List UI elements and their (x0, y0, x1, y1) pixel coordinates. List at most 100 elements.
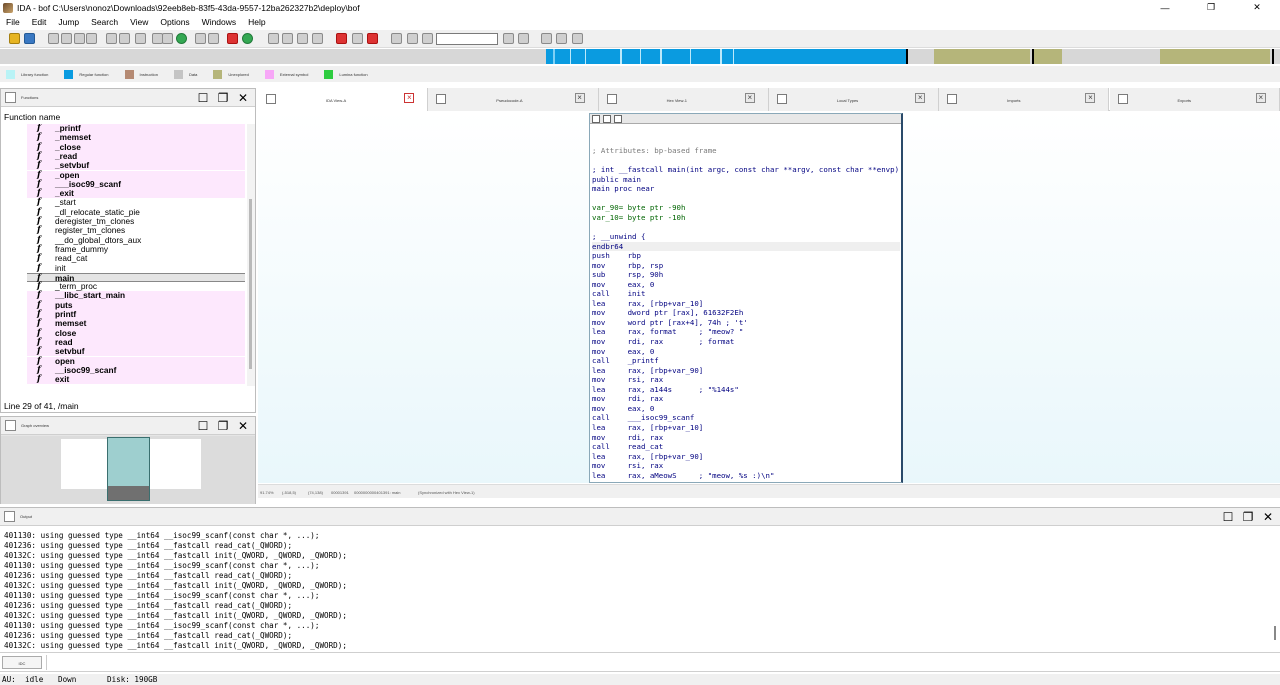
ida-view-graph[interactable]: ; Attributes: bp-based frame ; int __fast… (258, 111, 1280, 483)
asm-line[interactable]: mov rdi, rax (592, 394, 663, 404)
tab-exports[interactable]: Exports × (1109, 88, 1280, 111)
minimize-button[interactable]: — (1142, 0, 1188, 15)
asm-line[interactable]: lea rax, aMeowS ; "meow, %s :)\n" (592, 471, 774, 481)
asm-line[interactable]: mov rsi, rax (592, 461, 663, 471)
string-icon[interactable] (135, 33, 146, 44)
asm-line[interactable]: call _printf (592, 356, 659, 366)
asm-line[interactable]: call ___isoc99_scanf (592, 413, 694, 423)
overview-viewport[interactable] (107, 437, 150, 501)
graph-icon[interactable] (227, 33, 238, 44)
asm-line[interactable]: mov rbp, rsp (592, 261, 663, 271)
idc-language-button[interactable]: IDC (2, 656, 42, 669)
asm-line[interactable]: push rbp (592, 251, 641, 261)
asm-line[interactable]: lea rax, a144s ; "%144s" (592, 385, 739, 395)
menu-file[interactable]: File (0, 17, 26, 27)
function-row[interactable]: f init (27, 263, 245, 273)
asm-line[interactable]: call read_cat (592, 442, 663, 452)
step-icon[interactable] (518, 33, 529, 44)
menu-view[interactable]: View (124, 17, 154, 27)
dropdown-icon[interactable] (208, 33, 219, 44)
nav-menu-icon[interactable] (86, 33, 97, 44)
panel-maximize-button[interactable]: ☐ (193, 90, 213, 106)
asm-line[interactable]: lea rax, [rbp+var_10] (592, 423, 703, 433)
main-function-node[interactable]: ; Attributes: bp-based frame ; int __fast… (589, 113, 903, 483)
asm-line[interactable]: mov rdi, rax (592, 433, 663, 443)
open-file-icon[interactable] (9, 33, 20, 44)
debugger-select[interactable] (436, 33, 498, 45)
tab-close-icon[interactable]: × (1085, 93, 1096, 103)
save-icon[interactable] (24, 33, 35, 44)
menu-edit[interactable]: Edit (26, 17, 53, 27)
back-icon[interactable] (48, 33, 59, 44)
asm-line[interactable]: lea rax, format ; "meow? " (592, 327, 743, 337)
pause-icon[interactable] (407, 33, 418, 44)
tab-pseudocode-a[interactable]: Pseudocode-A × (428, 88, 599, 111)
asm-line[interactable]: ; int __fastcall main(int argc, const ch… (592, 165, 899, 175)
node-group-icon[interactable] (603, 115, 611, 123)
tab-close-icon[interactable]: × (574, 93, 585, 103)
asm-line[interactable]: lea rax, [rbp+var_10] (592, 299, 703, 309)
overview-close-button[interactable]: ✕ (233, 418, 253, 434)
functions-scrollbar[interactable] (247, 124, 255, 386)
code-icon[interactable] (106, 33, 117, 44)
asm-line[interactable]: var_90= byte ptr -90h (592, 203, 685, 213)
output-text[interactable]: 401130: using guessed type __int64 __iso… (0, 524, 1270, 651)
stop-marker-icon[interactable] (367, 33, 378, 44)
function-row[interactable]: f exit (27, 374, 245, 385)
tab-imports[interactable]: Imports × (939, 88, 1110, 111)
asm-line[interactable]: mov rdi, rax ; format (592, 337, 734, 347)
close-window-button[interactable]: ✕ (1234, 0, 1280, 15)
asm-line[interactable]: endbr64 (592, 241, 900, 252)
asm-line[interactable]: mov rsi, rax (592, 375, 663, 385)
asm-line[interactable]: lea rax, [rbp+var_90] (592, 452, 703, 462)
text-view-icon[interactable] (195, 33, 206, 44)
forward-icon[interactable] (61, 33, 72, 44)
overview-maximize-button[interactable]: ☐ (193, 418, 213, 434)
asm-line[interactable]: sub rsp, 90h (592, 270, 663, 280)
stack-icon[interactable] (352, 33, 363, 44)
checklist-icon[interactable] (556, 33, 567, 44)
tab-close-icon[interactable]: × (404, 93, 415, 103)
xrefs-icon[interactable] (268, 33, 279, 44)
asm-line[interactable]: mov eax, 0 (592, 280, 654, 290)
jump-icon[interactable] (176, 33, 187, 44)
run-icon[interactable] (242, 33, 253, 44)
menu-jump[interactable]: Jump (52, 17, 85, 27)
asm-line[interactable]: mov eax, 0 (592, 404, 654, 414)
output-close-button[interactable]: ✕ (1258, 509, 1278, 525)
asm-line[interactable]: mov word ptr [rax+4], 74h ; 't' (592, 318, 748, 328)
asm-line[interactable]: ; __unwind { (592, 232, 645, 242)
asm-line[interactable]: lea rax, [rbp+var_90] (592, 366, 703, 376)
data-icon[interactable] (119, 33, 130, 44)
tab-ida-view-a[interactable]: IDA View-A × (258, 88, 429, 111)
menu-options[interactable]: Options (154, 17, 195, 27)
names-icon[interactable] (282, 33, 293, 44)
tab-hex-view-1[interactable]: Hex View-1 × (598, 88, 769, 111)
menu-windows[interactable]: Windows (196, 17, 242, 27)
asm-line[interactable]: ; Attributes: bp-based frame (592, 146, 717, 156)
enum-icon[interactable] (312, 33, 323, 44)
history-icon[interactable] (74, 33, 85, 44)
maximize-button[interactable]: ❐ (1188, 0, 1234, 15)
asm-line[interactable]: main proc near (592, 184, 654, 194)
structures-icon[interactable] (297, 33, 308, 44)
play-icon[interactable] (391, 33, 402, 44)
output-maximize-button[interactable]: ☐ (1218, 509, 1238, 525)
tab-close-icon[interactable]: × (915, 93, 926, 103)
debugger-options-icon[interactable] (503, 33, 514, 44)
node-edit-icon[interactable] (614, 115, 622, 123)
menu-help[interactable]: Help (242, 17, 271, 27)
command-input[interactable] (46, 655, 1276, 670)
asm-line[interactable]: mov dword ptr [rax], 61632F2Eh (592, 308, 743, 318)
panel-close-button[interactable]: ✕ (233, 90, 253, 106)
layout-icon[interactable] (541, 33, 552, 44)
tab-close-icon[interactable]: × (1255, 93, 1266, 103)
output-scrollbar[interactable] (1272, 526, 1278, 651)
graph-overview-canvas[interactable] (1, 436, 255, 504)
tab-close-icon[interactable]: × (744, 93, 755, 103)
function-name-column-header[interactable]: Function name (4, 112, 60, 122)
output-float-button[interactable]: ❐ (1238, 509, 1258, 525)
tab-local-types[interactable]: Local Types × (768, 88, 940, 111)
panel-float-button[interactable]: ❐ (213, 90, 233, 106)
overview-float-button[interactable]: ❐ (213, 418, 233, 434)
